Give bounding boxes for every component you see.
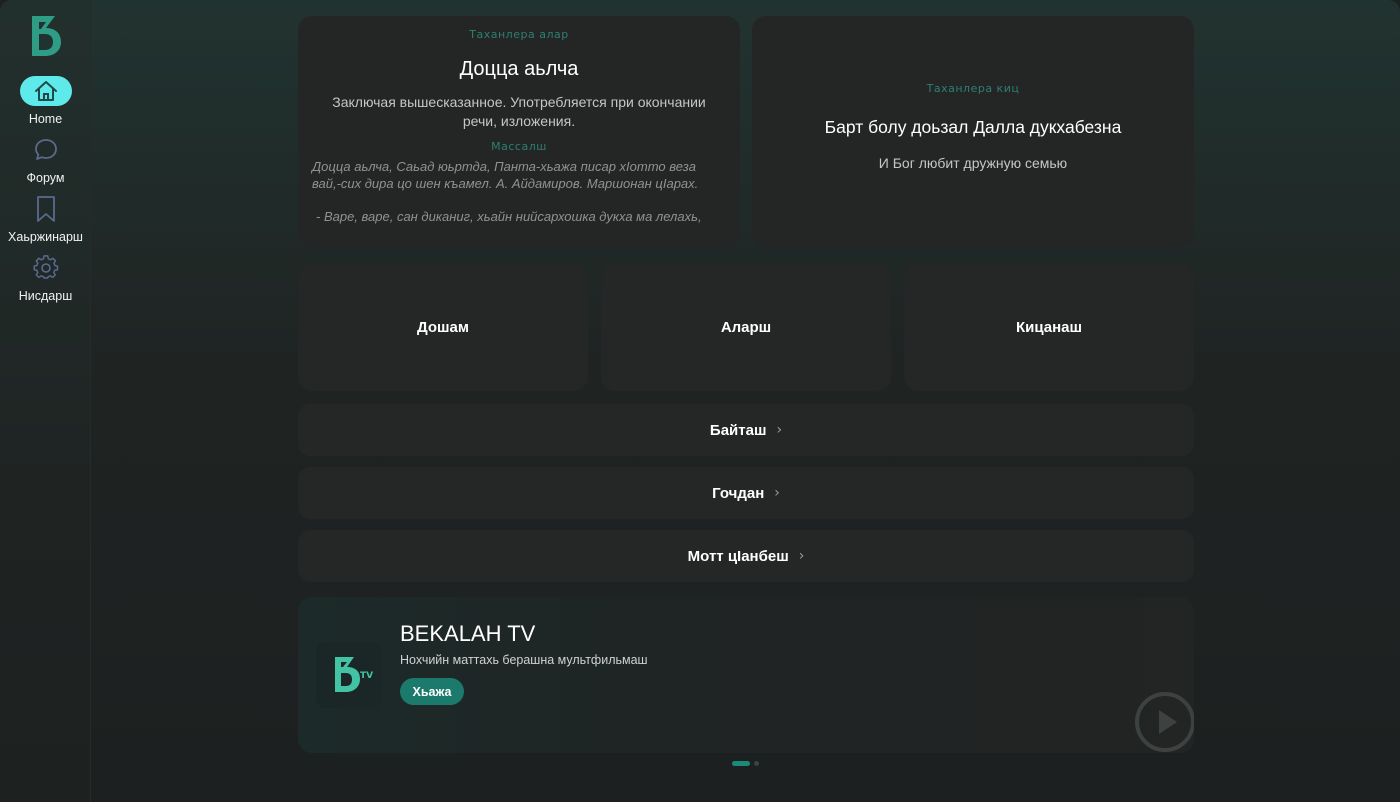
chevron-right-icon: ›	[774, 485, 780, 501]
bookmark-icon-wrap	[20, 194, 72, 224]
tile-label: Дошам	[417, 318, 469, 336]
tile-label: Кицанаш	[1015, 318, 1083, 336]
home-icon	[34, 81, 57, 101]
gear-icon	[33, 255, 58, 279]
row-label: Мотт цIанбеш	[687, 547, 789, 565]
chat-icon-wrap	[20, 135, 72, 165]
tile-dictionary[interactable]: Дошам	[298, 263, 588, 391]
row-label: Байташ	[709, 421, 767, 439]
sidebar-item-label: Home	[28, 112, 63, 126]
phrase-meaning: Заключая вышесказанное. Употребляется пр…	[332, 94, 706, 129]
watch-button[interactable]: Хьажа	[400, 678, 464, 705]
banner-title: BEKALAH TV	[400, 621, 536, 646]
example-text-2: - Варе, варе, сан диканиг, хьайн нийсарх…	[316, 209, 702, 224]
tile-label: Аларш	[720, 318, 772, 336]
proverb-of-day-card[interactable]: Таханлера киц Барт болу доьзал Далла дук…	[752, 16, 1194, 247]
sidebar-item-forum[interactable]: Форум	[0, 135, 91, 189]
banner-subtitle: Нохчийн маттахь берашна мультфильмаш	[400, 653, 648, 667]
phrase-title: Доцца аьлча	[459, 58, 579, 80]
proverb-eyebrow: Таханлера киц	[926, 82, 1020, 95]
bekalah-tv-logo: TV	[316, 642, 382, 708]
bekalah-tv-logo-mark: TV	[335, 657, 373, 692]
sidebar-item-label: Нисдарш	[18, 289, 73, 303]
bookmark-icon	[36, 196, 55, 222]
bekalah-logo[interactable]	[29, 14, 63, 58]
bekalah-tv-banner[interactable]: TV BEKALAH TV Нохчийн маттахь берашна му…	[298, 597, 1194, 753]
chevron-right-icon: ›	[798, 548, 805, 564]
sidebar-item-home[interactable]: Home	[0, 76, 91, 130]
proverb-translation: И Бог любит дружную семью	[878, 155, 1068, 171]
row-translate[interactable]: Гочдан ›	[298, 467, 1194, 519]
example-heading: Массалш	[491, 140, 547, 153]
sidebar-item-label: Хаьржинарш	[8, 230, 83, 244]
phrase-of-day-card[interactable]: Таханлера алар Доцца аьлча Заключая выше…	[298, 16, 740, 247]
row-language-cleaning[interactable]: Мотт цIанбеш ›	[298, 530, 1194, 582]
chevron-right-icon: ›	[776, 422, 783, 438]
sidebar: Home Форум Хаьржинарш Нисдарш	[0, 0, 91, 802]
carousel-indicator	[732, 761, 759, 766]
proverb-title: Барт болу доьзал Далла дукхабезна	[824, 117, 1122, 137]
gear-icon-wrap	[20, 253, 72, 283]
tile-proverbs[interactable]: Кицанаш	[904, 263, 1194, 391]
carousel-dot-active[interactable]	[732, 761, 750, 766]
chat-bubble-icon	[34, 139, 57, 160]
sidebar-item-label: Форум	[26, 171, 65, 185]
tile-sayings[interactable]: Аларш	[601, 263, 891, 391]
phrase-eyebrow: Таханлера алар	[469, 28, 569, 41]
play-icon	[1135, 692, 1194, 752]
example-text-1: Доцца аьлча, Саьад юьртда, Панта-хьажа п…	[312, 159, 699, 191]
svg-text:TV: TV	[360, 671, 373, 681]
row-poems[interactable]: Байташ ›	[298, 404, 1194, 456]
row-label: Гочдан	[712, 484, 765, 502]
sidebar-item-settings[interactable]: Нисдарш	[0, 253, 91, 307]
carousel-dot[interactable]	[754, 761, 759, 766]
home-icon-pill	[19, 76, 72, 106]
sidebar-item-bookmarks[interactable]: Хаьржинарш	[0, 194, 91, 248]
app-window: Home Форум Хаьржинарш Нисдарш Таханлера …	[0, 0, 1400, 802]
